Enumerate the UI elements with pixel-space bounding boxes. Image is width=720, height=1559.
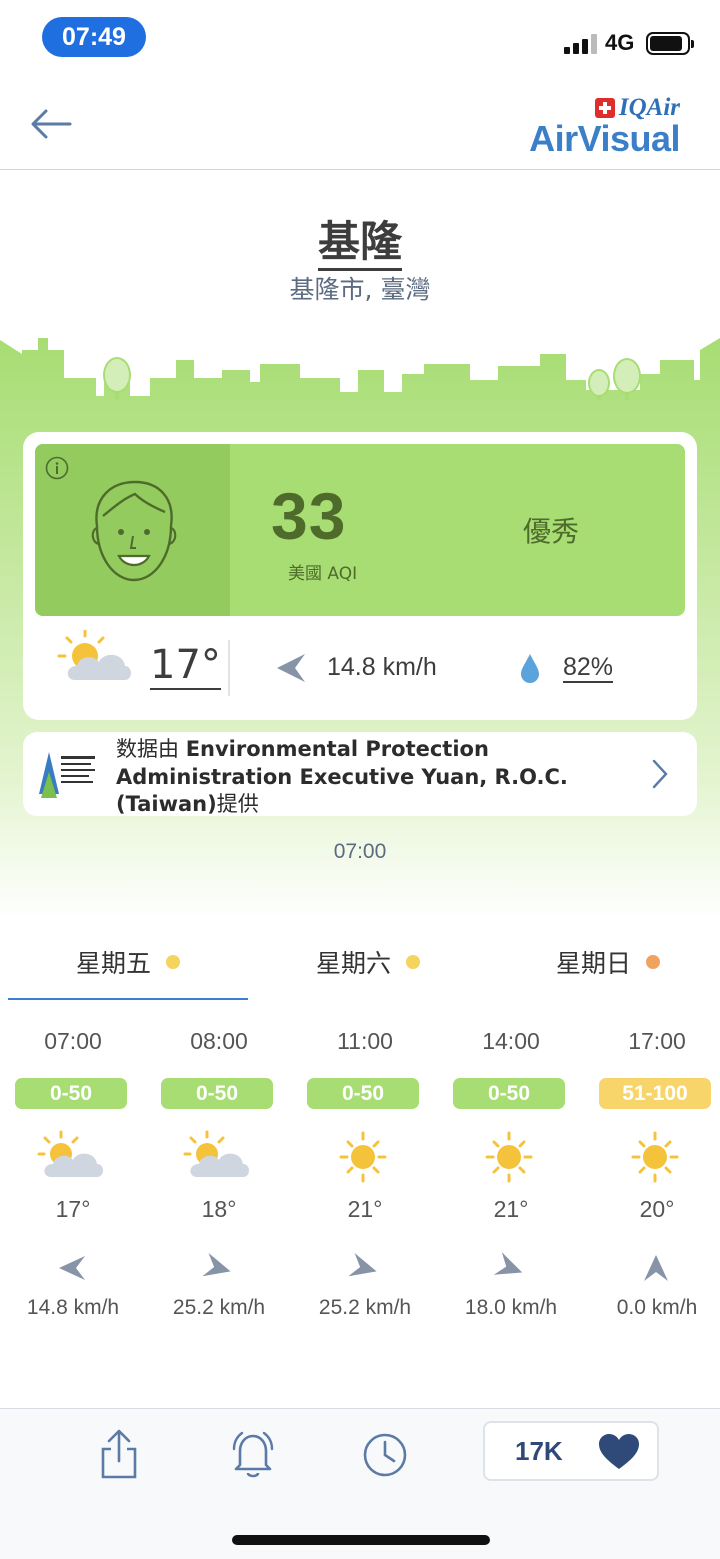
hour-time: 08:00: [190, 1028, 248, 1054]
current-humidity: 82%: [563, 653, 614, 683]
back-button[interactable]: [28, 104, 74, 144]
hour-temperature: 18°: [201, 1196, 237, 1222]
hour-time: 11:00: [337, 1028, 393, 1054]
status-time: 07:49: [42, 17, 146, 57]
hour-time: 14:00: [482, 1028, 540, 1054]
partly-cloudy-icon: [181, 1129, 253, 1185]
hour-wind-speed: 25.2 km/h: [318, 1296, 412, 1319]
city-name[interactable]: 基隆: [317, 217, 402, 271]
chevron-right-icon: [652, 759, 668, 789]
aqi-range-badge: 0-50: [453, 1078, 565, 1109]
wind-arrow-icon: [348, 1252, 380, 1284]
hourly-item: 11:00 0-50 21° 25.2 km/h: [292, 1026, 438, 1326]
wind-arrow-icon: [202, 1252, 234, 1284]
current-wind-speed: 14.8 km/h: [327, 653, 437, 681]
last-updated-time: 07:00: [333, 840, 387, 863]
wind-arrow-icon: [493, 1252, 526, 1284]
hour-temperature: 17°: [55, 1196, 91, 1222]
bottom-toolbar: 17K: [0, 1408, 720, 1559]
day-tab-saturday[interactable]: 星期六: [248, 944, 488, 1000]
day-tab-label: 星期五: [76, 949, 152, 978]
back-arrow-icon: [31, 109, 72, 139]
humidity-drop-icon: [521, 654, 539, 683]
sun-icon: [327, 1129, 399, 1185]
network-type: 4G: [605, 30, 635, 55]
hourly-item: 17:00 51-100 20° 0.0 km/h: [584, 1026, 720, 1326]
wind-arrow-icon: [640, 1252, 672, 1284]
data-source-text: 数据由 Environmental Protection Administrat…: [116, 737, 568, 816]
day-tab-label: 星期日: [556, 949, 632, 978]
city-title[interactable]: 基隆: [0, 208, 720, 271]
aqi-value: 33: [271, 479, 347, 553]
swiss-flag-icon: [594, 98, 615, 118]
day-tab-sunday[interactable]: 星期日: [488, 944, 720, 1000]
hourly-item: 08:00 0-50 18° 25.2 km/h: [146, 1026, 292, 1326]
hour-temperature: 21°: [347, 1196, 383, 1222]
sun-icon: [473, 1129, 545, 1185]
current-weather-row: 17° 14.8 km/h 82%: [23, 628, 697, 708]
aqi-label: 美國 AQI: [288, 564, 358, 584]
aqi-card: 33 美國 AQI 優秀 17° 14.8 km/h 82%: [23, 432, 697, 720]
hourly-item: 14:00 0-50 21° 18.0 km/h: [438, 1026, 584, 1326]
heart-icon: [599, 1434, 639, 1469]
favorite-button[interactable]: 17K: [483, 1421, 659, 1481]
logo-airvisual-text: AirVisual: [529, 118, 680, 159]
face-area: [35, 444, 230, 616]
signal-icon: [564, 32, 598, 54]
hour-wind-speed: 14.8 km/h: [26, 1296, 120, 1319]
wind-arrow-icon: [56, 1252, 88, 1284]
hour-temperature: 20°: [639, 1196, 675, 1222]
favorites-count: 17K: [515, 1436, 563, 1466]
city-region: 基隆市, 臺灣: [289, 275, 431, 304]
current-temperature: 17°: [150, 642, 221, 690]
wind-arrow-icon: [277, 654, 305, 682]
share-icon[interactable]: [94, 1427, 144, 1481]
partly-cloudy-icon: [57, 630, 131, 680]
weather-divider: [228, 640, 230, 696]
history-clock-icon[interactable]: [360, 1427, 410, 1481]
hour-time: 07:00: [44, 1028, 102, 1054]
day-tab-friday[interactable]: 星期五: [8, 944, 248, 1000]
aqi-range-badge: 0-50: [15, 1078, 127, 1109]
hourly-item: 07:00 0-50 17° 14.8 km/h: [0, 1026, 146, 1326]
header: IQAir AirVisual: [0, 76, 720, 170]
hour-wind-speed: 25.2 km/h: [172, 1296, 266, 1319]
battery-icon: [646, 32, 694, 55]
info-icon[interactable]: [45, 456, 69, 480]
epa-logo: [29, 738, 101, 810]
day-tab-label: 星期六: [316, 949, 392, 978]
aqi-dot: [646, 955, 660, 969]
happy-face-icon: [91, 480, 177, 582]
alarm-bell-icon[interactable]: [228, 1427, 278, 1481]
aqi-dot: [166, 955, 180, 969]
hour-wind-speed: 0.0 km/h: [616, 1296, 698, 1319]
sun-icon: [619, 1129, 691, 1185]
data-source-card[interactable]: 数据由 Environmental Protection Administrat…: [23, 732, 697, 816]
home-indicator: [232, 1535, 490, 1545]
aqi-status: 優秀: [523, 515, 580, 548]
aqi-panel[interactable]: 33 美國 AQI 優秀: [35, 444, 685, 616]
partly-cloudy-icon: [35, 1129, 107, 1185]
aqi-range-badge: 0-50: [307, 1078, 419, 1109]
aqi-range-badge: 0-50: [161, 1078, 273, 1109]
hour-time: 17:00: [628, 1028, 686, 1054]
status-bar: 07:49 4G: [0, 0, 720, 76]
aqi-dot: [406, 955, 420, 969]
iqair-airvisual-logo: IQAir AirVisual: [510, 94, 680, 159]
active-tab-indicator: [8, 998, 248, 1000]
hour-temperature: 21°: [493, 1196, 529, 1222]
aqi-range-badge: 51-100: [599, 1078, 711, 1109]
hour-wind-speed: 18.0 km/h: [464, 1296, 558, 1319]
